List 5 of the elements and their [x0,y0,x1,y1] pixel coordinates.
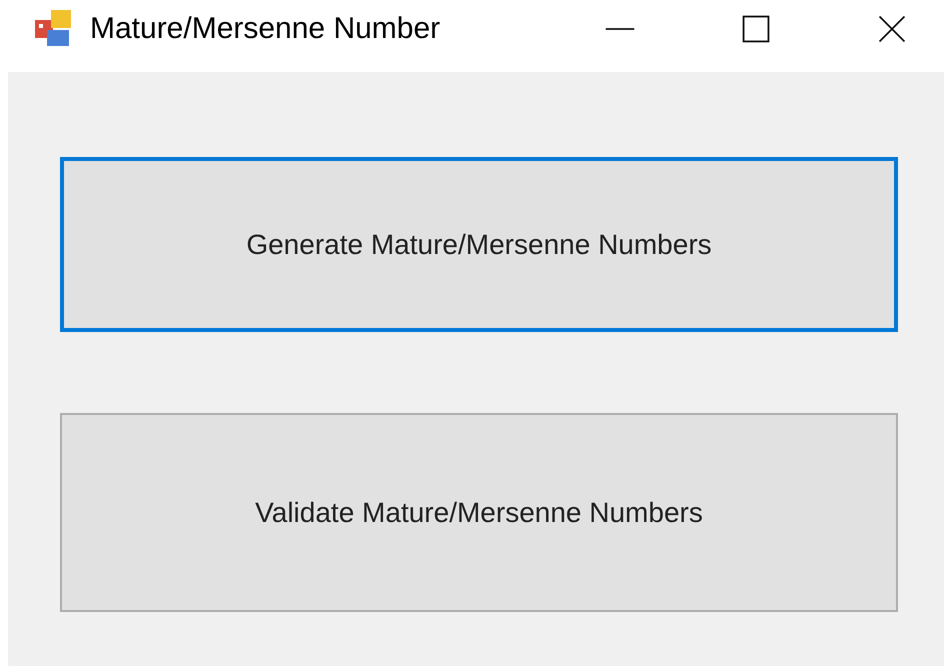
maximize-icon[interactable] [740,13,772,45]
action-button[interactable]: Validate Mature/Mersenne Numbers [60,413,898,612]
close-icon[interactable] [876,13,908,45]
action-button[interactable]: Generate Mature/Mersenne Numbers [60,157,898,332]
window-title: Mature/Mersenne Number [90,12,440,46]
